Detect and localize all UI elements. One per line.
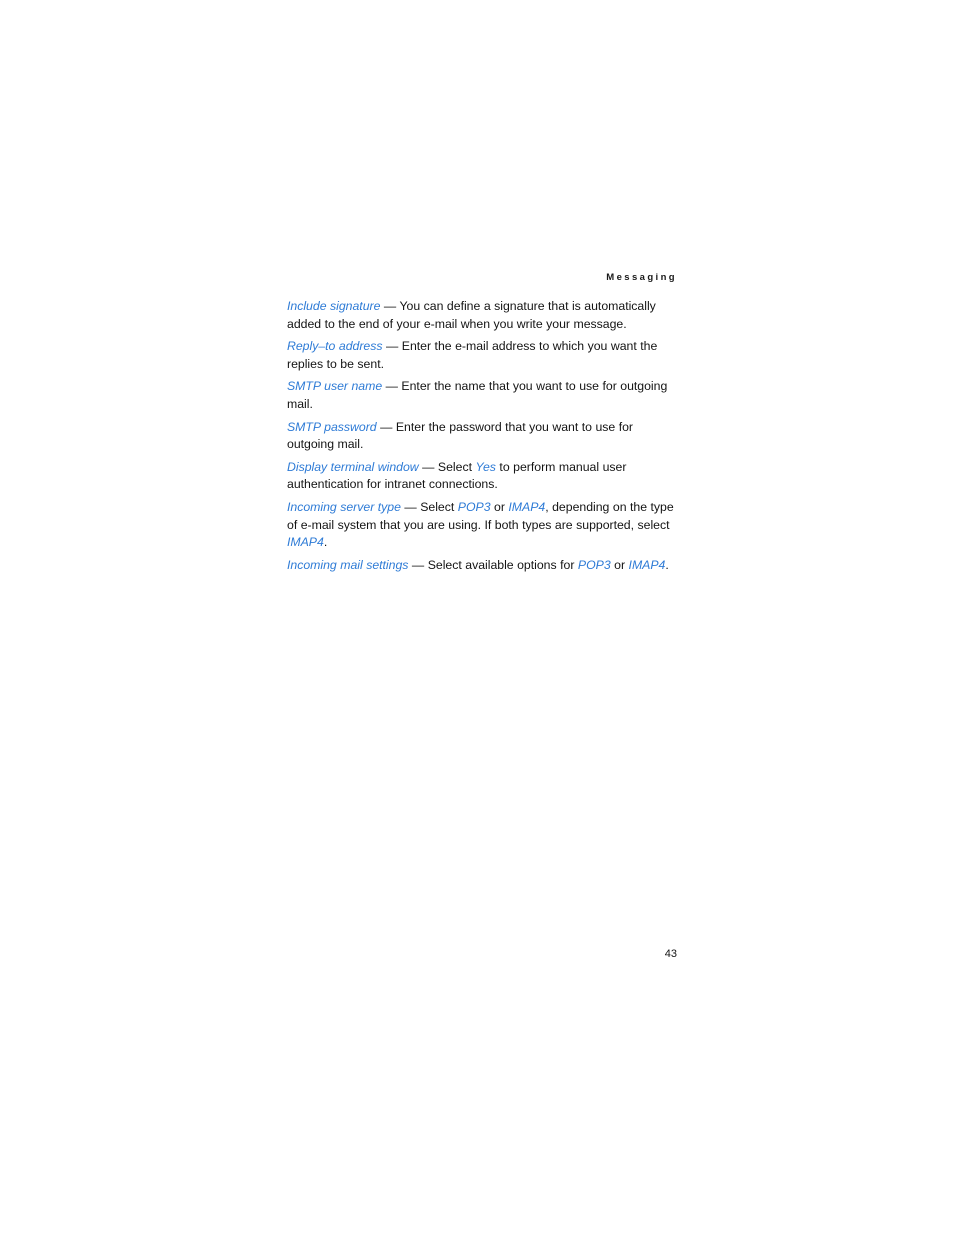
setting-value-pop3: POP3 [577,557,611,572]
setting-value-yes: Yes [475,459,496,474]
setting-description-cont: or [490,499,509,514]
setting-description-cont: or [610,557,629,572]
em-dash-separator: — [380,299,400,313]
setting-description: Select [420,499,458,514]
body-text-column: Include signature — You can define a sig… [287,298,679,574]
setting-paragraph-incoming-mail-settings: Incoming mail settings — Select availabl… [287,557,679,575]
em-dash-separator: — [418,459,438,474]
em-dash-separator: — [408,557,428,572]
setting-paragraph-smtp-password: SMTP password — Enter the password that … [287,419,679,454]
setting-term-incoming-server-type: Incoming server type [287,499,401,514]
document-page: Messaging Include signature — You can de… [0,0,954,1235]
em-dash-separator: — [382,339,402,354]
em-dash-separator: — [376,419,396,434]
setting-term-smtp-password: SMTP password [287,419,377,434]
setting-value-imap4-second: IMAP4 [287,535,324,550]
setting-term-incoming-mail-settings: Incoming mail settings [287,557,409,572]
em-dash-separator: — [382,379,402,394]
em-dash-separator: — [400,499,421,514]
setting-description: Select available options for [427,557,578,572]
setting-term-display-terminal-window: Display terminal window [287,459,419,474]
page-number: 43 [664,948,677,960]
setting-paragraph-display-terminal-window: Display terminal window — Select Yes to … [287,459,679,494]
setting-description-end: . [665,557,669,572]
setting-paragraph-include-signature: Include signature — You can define a sig… [287,298,679,333]
setting-description: Select [437,459,476,474]
setting-paragraph-incoming-server-type: Incoming server type — Select POP3 or IM… [287,499,679,552]
running-head-chapter-title: Messaging [606,272,677,283]
setting-paragraph-reply-to-address: Reply–to address — Enter the e-mail addr… [287,338,679,373]
setting-term-include-signature: Include signature [287,299,381,313]
setting-paragraph-smtp-user-name: SMTP user name — Enter the name that you… [287,378,679,413]
setting-value-pop3: POP3 [457,499,491,514]
setting-description-end: . [323,535,328,550]
setting-value-imap4: IMAP4 [508,499,546,514]
setting-value-imap4: IMAP4 [628,557,666,572]
setting-term-smtp-user-name: SMTP user name [287,379,383,394]
setting-term-reply-to-address: Reply–to address [287,339,383,354]
